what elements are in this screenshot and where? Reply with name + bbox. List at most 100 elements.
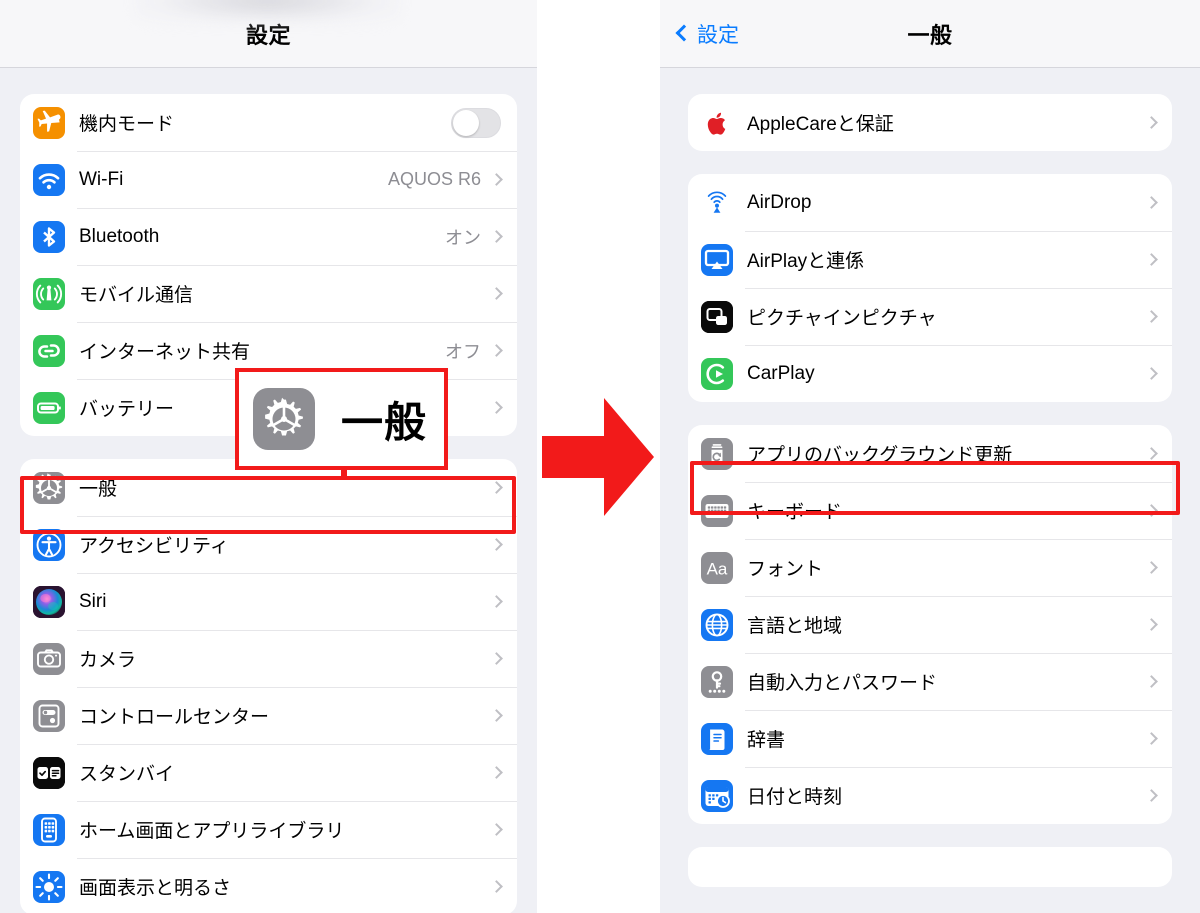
list-item[interactable]: Siri	[20, 573, 517, 630]
list-item-accessory	[451, 107, 517, 138]
chevron-right-icon	[1145, 675, 1158, 688]
list-item-label: 画面表示と明るさ	[79, 878, 232, 899]
chevron-right-icon	[490, 766, 503, 779]
chevron-right-icon	[1145, 561, 1158, 574]
list-item-accessory	[1145, 732, 1172, 745]
list-item-accessory	[1145, 618, 1172, 631]
right-navbar: 設定 一般	[660, 0, 1200, 68]
toggle-knob	[453, 109, 479, 136]
chevron-right-icon	[1145, 253, 1158, 266]
list-item-label: 日付と時刻	[747, 787, 843, 808]
list-item[interactable]: 機内モード	[20, 94, 517, 151]
back-button[interactable]: 設定	[675, 19, 739, 49]
media-group: AirDrop AirPlayと連係ピクチャインピクチャ CarPlay	[688, 174, 1172, 402]
list-item-label: キーボード	[747, 502, 843, 523]
apple-logo-icon	[701, 106, 733, 139]
list-item-accessory	[490, 766, 517, 779]
page-title: 設定	[245, 22, 291, 48]
list-item[interactable]: アクセシビリティ	[20, 516, 517, 573]
date-time-icon	[701, 779, 733, 812]
chevron-right-icon	[490, 595, 503, 608]
picture-in-picture-icon	[701, 300, 733, 333]
chevron-right-icon	[1145, 789, 1158, 802]
left-scroll-area[interactable]: 機内モード Wi-Fi AQUOS R6 Bluetooth オン モバイル通信 インターネ…	[0, 68, 537, 913]
list-item[interactable]: CarPlay	[688, 345, 1172, 402]
list-item-label: モバイル通信	[79, 285, 194, 306]
key-password-icon	[701, 665, 733, 698]
siri-icon	[33, 585, 65, 618]
gear-icon	[33, 471, 65, 504]
list-item-accessory	[490, 538, 517, 551]
list-item-label: コントロールセンター	[79, 707, 270, 728]
list-item[interactable]: Aa フォント	[688, 539, 1172, 596]
home-screen-icon	[33, 813, 65, 846]
chevron-right-icon	[490, 538, 503, 551]
gear-icon	[253, 388, 315, 450]
chevron-right-icon	[1145, 732, 1158, 745]
hotspot-link-icon	[33, 334, 65, 367]
list-item[interactable]: アプリのバックグラウンド更新	[688, 425, 1172, 482]
list-item-accessory	[490, 595, 517, 608]
list-item[interactable]: AirDrop	[688, 174, 1172, 231]
list-item-accessory	[1145, 253, 1172, 266]
red-right-arrow	[542, 398, 654, 516]
list-item-label: バッテリー	[79, 399, 175, 420]
cellular-icon	[33, 277, 65, 310]
list-item-label: AirPlayと連係	[747, 251, 865, 272]
chevron-right-icon	[1145, 447, 1158, 460]
dictionary-icon	[701, 722, 733, 755]
font-icon: Aa	[701, 551, 733, 584]
right-scroll-area[interactable]: AppleCareと保証 AirDrop AirPlayと連係ピクチャインピクチャ…	[660, 68, 1200, 887]
list-item-accessory	[1145, 561, 1172, 574]
list-item[interactable]: ホーム画面とアプリライブラリ	[20, 801, 517, 858]
left-navbar: 設定	[0, 0, 537, 68]
back-button-label: 設定	[697, 23, 739, 47]
list-item[interactable]: AppleCareと保証	[688, 94, 1172, 151]
list-item-label: カメラ	[79, 650, 137, 671]
accessibility-icon	[33, 528, 65, 561]
globe-icon	[701, 608, 733, 641]
applecare-group: AppleCareと保証	[688, 94, 1172, 151]
chevron-right-icon	[490, 709, 503, 722]
list-item-label: 一般	[79, 479, 118, 500]
list-item-label: Bluetooth	[79, 225, 160, 247]
list-item[interactable]: AirPlayと連係	[688, 231, 1172, 288]
chevron-right-icon	[490, 401, 503, 414]
list-item-accessory	[490, 401, 517, 414]
list-item[interactable]: モバイル通信	[20, 265, 517, 322]
list-item[interactable]: コントロールセンター	[20, 687, 517, 744]
list-item-label: Siri	[79, 590, 107, 612]
list-item-label: AppleCareと保証	[747, 114, 894, 135]
list-item-accessory	[490, 481, 517, 494]
list-item[interactable]: スタンバイ	[20, 744, 517, 801]
airdrop-icon	[701, 186, 733, 219]
list-item[interactable]: キーボード	[688, 482, 1172, 539]
toggle-switch[interactable]	[451, 107, 501, 138]
list-item[interactable]: ピクチャインピクチャ	[688, 288, 1172, 345]
general-screen-right: 設定 一般 AppleCareと保証 AirDrop AirPlayと連係ピクチャ…	[660, 0, 1200, 913]
chevron-right-icon	[1145, 116, 1158, 129]
list-item-accessory	[1145, 789, 1172, 802]
list-item-label: アプリのバックグラウンド更新	[747, 445, 1013, 466]
list-item-accessory	[490, 709, 517, 722]
page-title: 一般	[907, 22, 953, 48]
wifi-icon	[33, 163, 65, 196]
list-item-accessory	[490, 880, 517, 893]
list-item[interactable]: 自動入力とパスワード	[688, 653, 1172, 710]
keyboard-icon	[701, 494, 733, 527]
list-item[interactable]: 画面表示と明るさ	[20, 858, 517, 913]
list-item[interactable]: 言語と地域	[688, 596, 1172, 653]
chevron-right-icon	[490, 287, 503, 300]
list-item-value: AQUOS R6	[387, 169, 481, 189]
chevron-right-icon	[490, 230, 503, 243]
list-item[interactable]: 辞書	[688, 710, 1172, 767]
list-item-label: 辞書	[747, 730, 786, 751]
background-refresh-icon	[701, 437, 733, 470]
list-item[interactable]: Wi-Fi AQUOS R6	[20, 151, 517, 208]
list-item[interactable]: カメラ	[20, 630, 517, 687]
list-item[interactable]: 日付と時刻	[688, 767, 1172, 824]
list-item[interactable]: Bluetooth オン	[20, 208, 517, 265]
airplane-icon	[33, 106, 65, 139]
list-item-label: 機内モード	[79, 114, 175, 135]
list-item-label: AirDrop	[747, 191, 812, 213]
